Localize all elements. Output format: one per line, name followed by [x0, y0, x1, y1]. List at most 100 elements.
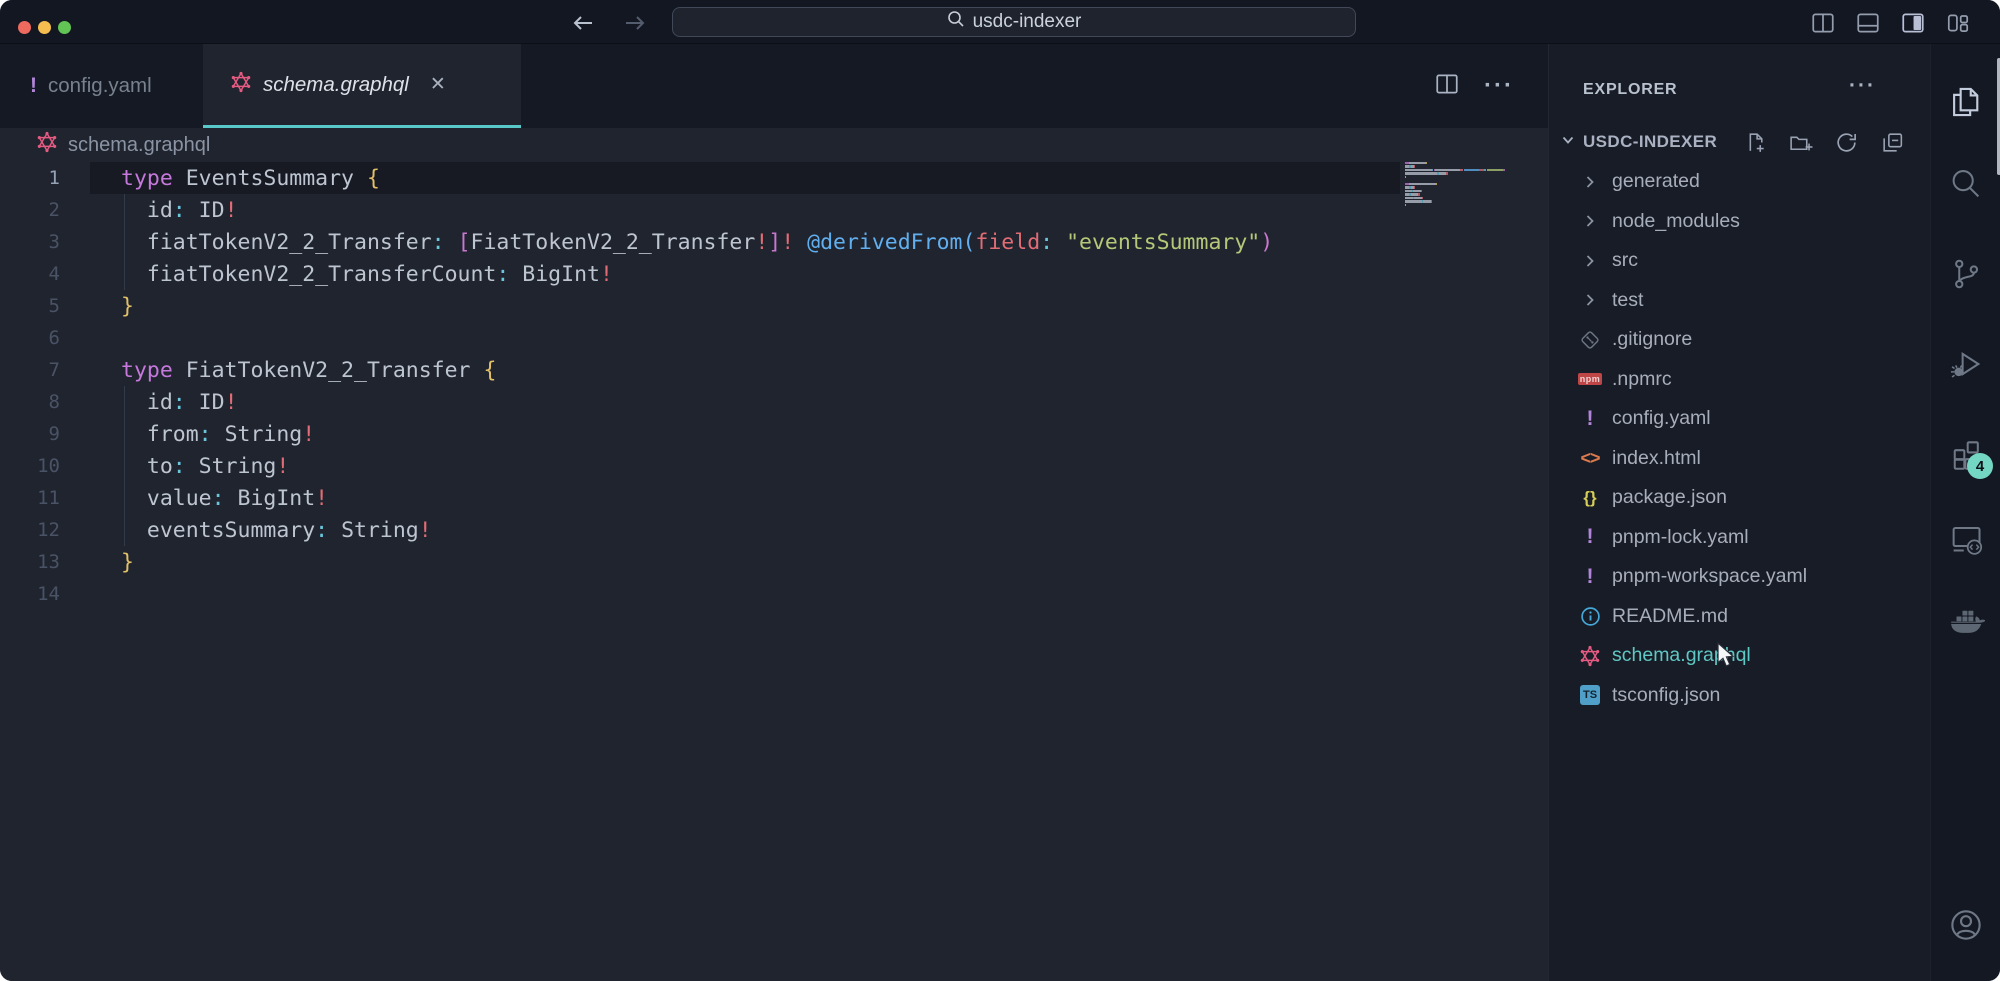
- explorer-item-index-html[interactable]: <>index.html: [1549, 439, 1931, 479]
- graphql-icon: [230, 71, 252, 99]
- ts-icon: TS: [1577, 682, 1603, 708]
- close-window-button[interactable]: [18, 21, 31, 34]
- explorer-item-config-yaml[interactable]: !config.yaml: [1549, 399, 1931, 439]
- split-columns-layout-icon[interactable]: [1808, 10, 1838, 36]
- code-line[interactable]: 10 to: String!: [0, 450, 1548, 482]
- code-line[interactable]: 13}: [0, 546, 1548, 578]
- new-file-icon[interactable]: [1741, 129, 1767, 155]
- explorer-item-generated[interactable]: generated: [1549, 162, 1931, 202]
- code-editor[interactable]: 1type EventsSummary {2 id: ID!3 fiatToke…: [0, 162, 1548, 610]
- code-line[interactable]: 7type FiatTokenV2_2_Transfer {: [0, 354, 1548, 386]
- graphql-icon: [1577, 643, 1603, 669]
- line-number: 2: [0, 199, 80, 221]
- extensions-badge: 4: [1967, 453, 1993, 479]
- file-name: tsconfig.json: [1612, 684, 1720, 707]
- activity-docker-icon[interactable]: [1947, 602, 1985, 640]
- code-line[interactable]: 5}: [0, 290, 1548, 322]
- zoom-window-button[interactable]: [58, 21, 71, 34]
- bottom-panel-layout-icon[interactable]: [1853, 10, 1883, 36]
- more-actions-icon[interactable]: ···: [1484, 72, 1514, 100]
- code-line[interactable]: 12 eventsSummary: String!: [0, 514, 1548, 546]
- code-line[interactable]: 8 id: ID!: [0, 386, 1548, 418]
- tab-schema-graphql[interactable]: schema.graphql ✕: [203, 44, 521, 128]
- chevron-right-icon: [1577, 169, 1603, 195]
- activity-run-debug-icon[interactable]: [1947, 345, 1985, 383]
- npm-icon: npm: [1577, 366, 1603, 392]
- tab-label: schema.graphql: [263, 73, 409, 97]
- customize-layout-icon[interactable]: [1943, 10, 1973, 36]
- explorer-header: EXPLORER ···: [1549, 72, 1931, 108]
- graphql-icon: [36, 131, 58, 159]
- code-text: }: [80, 550, 134, 575]
- close-tab-icon[interactable]: ✕: [430, 75, 446, 94]
- code-line[interactable]: 14: [0, 578, 1548, 610]
- line-number: 8: [0, 391, 80, 413]
- line-number: 9: [0, 423, 80, 445]
- explorer-item-test[interactable]: test: [1549, 281, 1931, 321]
- activity-account-icon[interactable]: [1947, 906, 1985, 944]
- explorer-item--gitignore[interactable]: .gitignore: [1549, 320, 1931, 360]
- explorer-item-pnpm-lock-yaml[interactable]: !pnpm-lock.yaml: [1549, 518, 1931, 558]
- search-value: usdc-indexer: [973, 11, 1082, 33]
- yaml-icon: !: [1577, 564, 1603, 590]
- explorer-item-package-json[interactable]: {}package.json: [1549, 478, 1931, 518]
- breadcrumb[interactable]: schema.graphql: [0, 128, 1548, 162]
- code-text: from: String!: [80, 422, 315, 447]
- back-icon[interactable]: [569, 13, 597, 33]
- line-number: 6: [0, 327, 80, 349]
- new-folder-icon[interactable]: [1787, 129, 1813, 155]
- forward-icon[interactable]: [621, 13, 649, 33]
- file-name: test: [1612, 289, 1643, 312]
- file-name: generated: [1612, 170, 1700, 193]
- vscode-window: usdc-indexer ! config.yaml schema.: [0, 0, 2000, 981]
- line-number: 7: [0, 359, 80, 381]
- code-text: fiatTokenV2_2_TransferCount: BigInt!: [80, 262, 613, 287]
- explorer-item--npmrc[interactable]: npm .npmrc: [1549, 360, 1931, 400]
- explorer-item-tsconfig-json[interactable]: TS tsconfig.json: [1549, 676, 1931, 716]
- workbench: ! config.yaml schema.graphql ✕ ··· sc: [0, 44, 2000, 981]
- file-name: README.md: [1612, 605, 1728, 628]
- chevron-down-icon: [1559, 131, 1577, 154]
- file-name: src: [1612, 249, 1638, 272]
- command-center-search[interactable]: usdc-indexer: [672, 7, 1356, 37]
- code-line[interactable]: 1type EventsSummary {: [0, 162, 1548, 194]
- activity-explorer-icon[interactable]: [1947, 83, 1985, 121]
- activity-search-icon[interactable]: [1947, 165, 1985, 203]
- explorer-item-schema-graphql[interactable]: schema.graphql: [1549, 636, 1931, 676]
- code-line[interactable]: 3 fiatTokenV2_2_Transfer: [FiatTokenV2_2…: [0, 226, 1548, 258]
- activity-source-control-icon[interactable]: [1947, 255, 1985, 293]
- collapse-all-icon[interactable]: [1879, 129, 1905, 155]
- code-text: type EventsSummary {: [80, 166, 380, 191]
- line-number: 11: [0, 487, 80, 509]
- explorer-more-actions-icon[interactable]: ···: [1849, 74, 1876, 98]
- code-line[interactable]: 6: [0, 322, 1548, 354]
- info-icon: [1577, 603, 1603, 629]
- activity-extensions-icon[interactable]: 4: [1947, 434, 1985, 472]
- right-panel-layout-icon[interactable]: [1898, 10, 1928, 36]
- minimize-window-button[interactable]: [38, 21, 51, 34]
- yaml-icon: !: [1577, 524, 1603, 550]
- code-line[interactable]: 11 value: BigInt!: [0, 482, 1548, 514]
- explorer-item-node-modules[interactable]: node_modules: [1549, 202, 1931, 242]
- explorer-item-src[interactable]: src: [1549, 241, 1931, 281]
- search-icon: [947, 10, 965, 34]
- explorer-item-pnpm-workspace-yaml[interactable]: !pnpm-workspace.yaml: [1549, 557, 1931, 597]
- activity-remote-explorer-icon[interactable]: [1947, 518, 1985, 556]
- tab-config-yaml[interactable]: ! config.yaml: [8, 44, 200, 128]
- file-name: package.json: [1612, 486, 1727, 509]
- minimap[interactable]: [1405, 162, 1537, 211]
- code-line[interactable]: 4 fiatTokenV2_2_TransferCount: BigInt!: [0, 258, 1548, 290]
- file-name: node_modules: [1612, 210, 1740, 233]
- split-editor-icon[interactable]: [1432, 71, 1462, 102]
- code-line[interactable]: 2 id: ID!: [0, 194, 1548, 226]
- refresh-icon[interactable]: [1833, 129, 1859, 155]
- file-name: .gitignore: [1612, 328, 1692, 351]
- tab-label: config.yaml: [48, 74, 152, 98]
- explorer-item-readme-md[interactable]: README.md: [1549, 597, 1931, 637]
- file-name: .npmrc: [1612, 368, 1672, 391]
- code-line[interactable]: 9 from: String!: [0, 418, 1548, 450]
- line-number: 12: [0, 519, 80, 541]
- code-text: id: ID!: [80, 390, 238, 415]
- line-number: 4: [0, 263, 80, 285]
- code-text: to: String!: [80, 454, 289, 479]
